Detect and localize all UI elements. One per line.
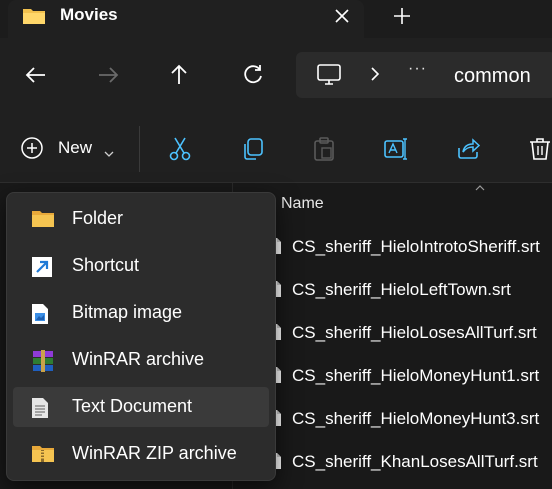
menu-item-shortcut[interactable]: Shortcut xyxy=(13,246,269,286)
folder-icon xyxy=(22,6,46,31)
folder-icon xyxy=(31,209,55,234)
toolbar-divider xyxy=(139,126,140,172)
column-header-name[interactable]: Name xyxy=(281,195,324,213)
breadcrumb-common[interactable]: common xyxy=(454,65,531,88)
menu-item-label: Text Document xyxy=(72,396,193,416)
winrar-archive-icon xyxy=(31,350,55,377)
refresh-icon[interactable] xyxy=(240,62,266,88)
file-row[interactable]: CS_sheriff_HieloLosesAllTurf.srt xyxy=(268,315,552,351)
close-icon[interactable] xyxy=(330,4,354,28)
chevron-right-icon[interactable] xyxy=(369,66,381,87)
menu-item-winrar-zip-archive[interactable]: WinRAR ZIP archive xyxy=(13,434,269,474)
sort-ascending-icon xyxy=(474,179,486,197)
command-bar: New xyxy=(0,114,552,183)
file-row[interactable]: CS_sheriff_KhanLosesAllTurf.srt xyxy=(268,444,552,480)
this-pc-icon[interactable] xyxy=(316,64,342,91)
plus-circle-icon xyxy=(20,136,44,165)
tab-bar: Movies xyxy=(0,0,552,38)
delete-icon[interactable] xyxy=(527,136,552,162)
file-name: CS_sheriff_HieloLosesAllTurf.srt xyxy=(292,323,537,342)
tab-title: Movies xyxy=(60,5,118,24)
menu-item-label: Folder xyxy=(72,208,124,228)
menu-item-winrar-archive[interactable]: WinRAR archive xyxy=(13,340,269,380)
text-document-icon xyxy=(31,397,49,424)
paste-icon[interactable] xyxy=(311,136,337,162)
new-button[interactable]: New xyxy=(20,134,120,162)
shortcut-icon xyxy=(31,256,53,283)
file-name: CS_sheriff_HieloIntrotoSheriff.srt xyxy=(292,237,540,256)
tab-movies[interactable]: Movies xyxy=(8,0,364,38)
file-name: CS_sheriff_HieloMoneyHunt1.srt xyxy=(292,366,540,385)
menu-item-label: Shortcut xyxy=(72,255,140,275)
menu-item-bitmap-image[interactable]: Bitmap image xyxy=(13,293,269,333)
file-row[interactable]: CS_sheriff_HieloIntrotoSheriff.srt xyxy=(268,229,552,265)
rename-icon[interactable] xyxy=(383,136,409,162)
cut-icon[interactable] xyxy=(167,136,193,162)
arrow-right-icon[interactable] xyxy=(95,62,121,88)
menu-item-label: Bitmap image xyxy=(72,302,183,322)
share-icon[interactable] xyxy=(455,136,481,162)
navigation-bar: ··· common xyxy=(0,38,552,114)
menu-item-label: WinRAR ZIP archive xyxy=(72,443,237,463)
arrow-up-icon[interactable] xyxy=(166,62,192,88)
menu-item-label: WinRAR archive xyxy=(72,349,205,369)
new-dropdown-menu: Folder Shortcut Bitmap image WinRAR archive… xyxy=(6,192,276,481)
bitmap-image-icon xyxy=(31,303,49,330)
chevron-down-icon xyxy=(104,145,114,163)
file-name: CS_sheriff_HieloMoneyHunt3.srt xyxy=(292,409,540,428)
file-row[interactable]: CS_sheriff_HieloMoneyHunt3.srt xyxy=(268,401,552,437)
breadcrumb-overflow-button[interactable]: ··· xyxy=(408,60,427,78)
menu-item-text-document[interactable]: Text Document xyxy=(13,387,269,427)
winrar-zip-icon xyxy=(31,444,55,469)
address-bar[interactable]: ··· common xyxy=(296,52,552,98)
copy-icon[interactable] xyxy=(240,136,266,162)
file-name: CS_sheriff_KhanLosesAllTurf.srt xyxy=(292,452,538,471)
plus-icon[interactable] xyxy=(390,4,414,28)
new-button-label: New xyxy=(58,138,93,157)
file-row[interactable]: CS_sheriff_HieloLeftTown.srt xyxy=(268,272,552,308)
file-row[interactable]: CS_sheriff_HieloMoneyHunt1.srt xyxy=(268,358,552,394)
arrow-left-icon[interactable] xyxy=(23,62,49,88)
menu-item-folder[interactable]: Folder xyxy=(13,199,269,239)
file-name: CS_sheriff_HieloLeftTown.srt xyxy=(292,280,511,299)
